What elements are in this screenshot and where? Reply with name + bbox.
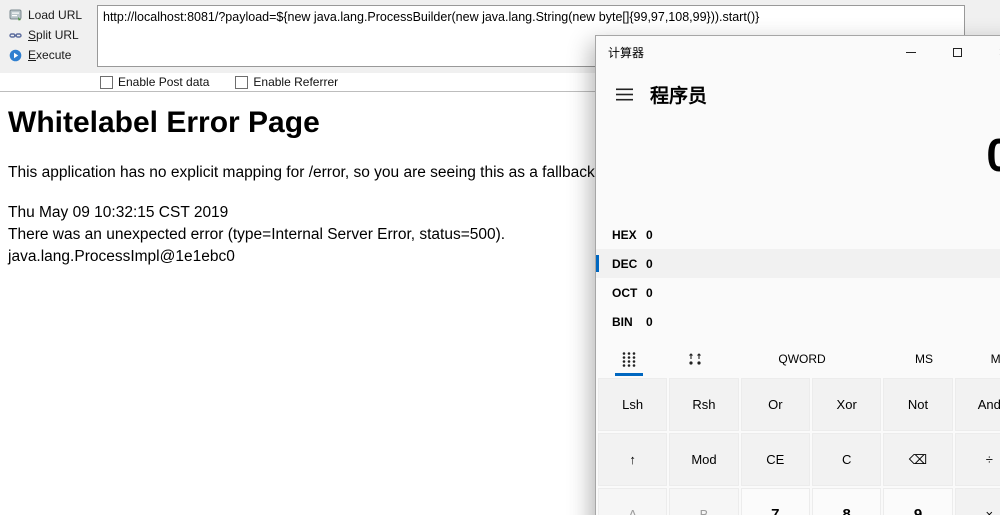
key-xor[interactable]: Xor (812, 378, 882, 431)
key-divide[interactable]: ÷ (954, 433, 1000, 486)
key-c[interactable]: C (812, 433, 882, 486)
key-shift[interactable]: ↑ (598, 433, 668, 486)
menu-button[interactable] (614, 84, 634, 104)
calc-display: 0 (596, 108, 1000, 184)
key-and[interactable]: And (954, 378, 1000, 431)
memory-menu-button[interactable]: M ▾ (971, 342, 1000, 376)
key-backspace[interactable]: ⌫ (883, 433, 953, 486)
hackbar-options: Enable Post data Enable Referrer (100, 74, 339, 90)
full-keypad-icon (622, 352, 636, 367)
key-lsh[interactable]: Lsh (598, 378, 668, 431)
full-keypad-toggle[interactable] (596, 342, 662, 376)
memory-menu-label: M (990, 352, 1000, 366)
screen: Load URL Split URL Execute http://localh… (0, 0, 1000, 515)
load-url-label: Load URL (28, 8, 83, 22)
key-a: A (598, 488, 668, 515)
word-size-toggle[interactable]: QWORD (727, 342, 876, 376)
close-button[interactable]: ✕ (980, 36, 1000, 68)
radix-selector: HEX 0 DEC 0 OCT 0 BIN 0 (596, 220, 1000, 336)
radix-value: 0 (646, 285, 653, 300)
checkbox-icon[interactable] (235, 75, 249, 89)
load-url-icon (9, 9, 22, 20)
radix-label: DEC (612, 256, 638, 271)
hackbar-actions: Load URL Split URL Execute (0, 5, 96, 65)
calculator-keypad: Lsh Rsh Or Xor Not And ↑ Mod CE C ⌫ ÷ A … (596, 376, 1000, 515)
radix-accent-bar (596, 284, 599, 301)
key-8[interactable]: 8 (812, 488, 882, 515)
split-url-label: Split URL (28, 28, 79, 42)
minimize-button[interactable] (888, 36, 934, 68)
bit-keypad-toggle[interactable] (662, 342, 728, 376)
enable-referrer-label: Enable Referrer (253, 75, 339, 89)
radix-row-bin[interactable]: BIN 0 (596, 307, 1000, 336)
key-ce[interactable]: CE (740, 433, 810, 486)
radix-row-dec[interactable]: DEC 0 (596, 249, 1000, 278)
window-controls: ✕ (888, 36, 1000, 68)
radix-label: BIN (612, 314, 633, 329)
key-rsh[interactable]: Rsh (669, 378, 739, 431)
enable-referrer-checkbox[interactable]: Enable Referrer (235, 75, 338, 89)
minimize-icon (906, 51, 916, 53)
radix-accent-bar (596, 255, 599, 272)
calculator-header: 程序员 (596, 80, 1000, 108)
key-b: B (669, 488, 739, 515)
split-url-button[interactable]: Split URL (0, 25, 96, 45)
radix-accent-bar (596, 226, 599, 243)
mode-title: 程序员 (650, 85, 708, 107)
key-or[interactable]: Or (740, 378, 810, 431)
key-mod[interactable]: Mod (669, 433, 739, 486)
checkbox-icon[interactable] (100, 75, 113, 89)
maximize-button[interactable] (934, 36, 980, 68)
hamburger-icon (615, 88, 633, 100)
split-url-icon (9, 32, 22, 38)
execute-button[interactable]: Execute (0, 45, 96, 65)
calculator-titlebar[interactable]: 计算器 ✕ (596, 36, 1000, 68)
radix-row-hex[interactable]: HEX 0 (596, 220, 1000, 249)
radix-label: OCT (612, 285, 638, 300)
radix-row-oct[interactable]: OCT 0 (596, 278, 1000, 307)
maximize-icon (952, 47, 962, 57)
window-title: 计算器 (608, 45, 645, 60)
enable-post-checkbox[interactable]: Enable Post data (100, 75, 209, 89)
radix-value: 0 (646, 314, 653, 329)
radix-accent-bar (596, 313, 599, 330)
execute-label: Execute (28, 48, 72, 62)
radix-value: 0 (646, 256, 653, 271)
keypad-toggles: QWORD MS M ▾ (596, 342, 1000, 376)
key-9[interactable]: 9 (883, 488, 953, 515)
key-7[interactable]: 7 (740, 488, 810, 515)
key-not[interactable]: Not (883, 378, 953, 431)
bit-toggle-icon (688, 353, 701, 365)
memory-store-button[interactable]: MS (877, 342, 972, 376)
load-url-button[interactable]: Load URL (0, 5, 96, 25)
key-multiply[interactable]: × (954, 488, 1000, 515)
enable-post-label: Enable Post data (118, 75, 210, 89)
display-value: 0 (986, 129, 1000, 181)
execute-icon (9, 49, 22, 61)
calculator-window: 计算器 ✕ 程序员 0 HEX 0 (595, 35, 1000, 515)
radix-label: HEX (612, 227, 637, 242)
radix-value: 0 (646, 227, 653, 242)
